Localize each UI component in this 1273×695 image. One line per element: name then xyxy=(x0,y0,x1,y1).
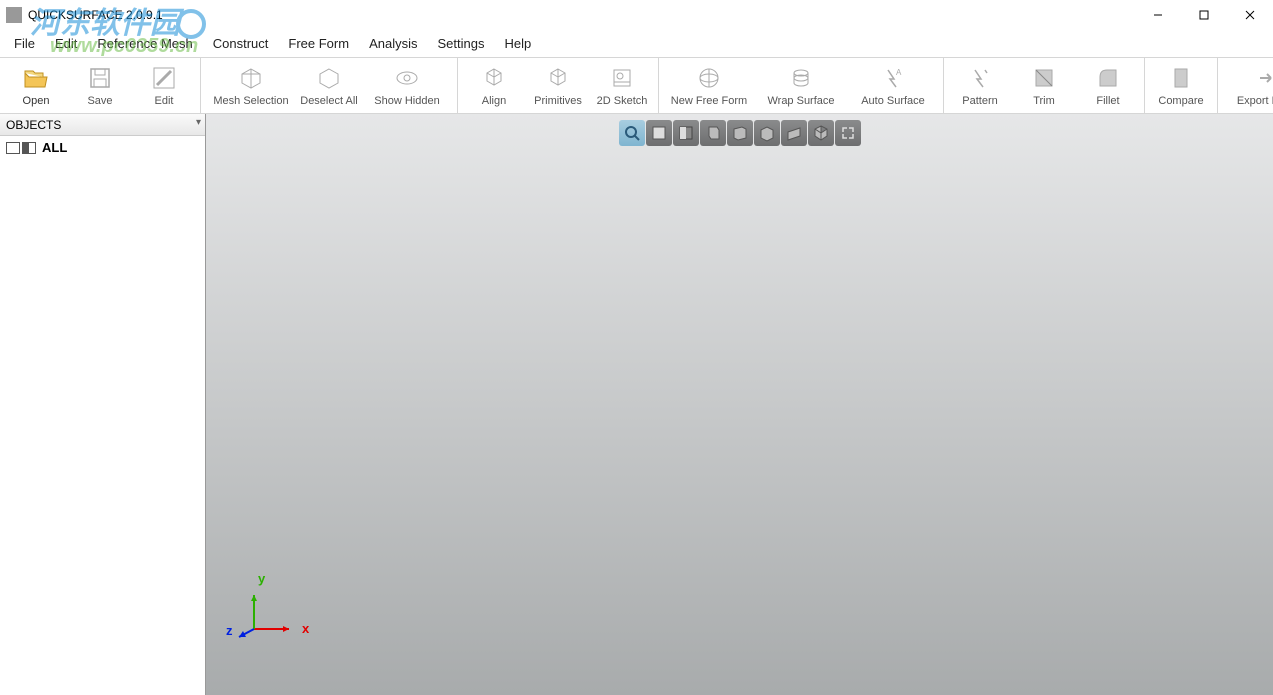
view-back-button[interactable] xyxy=(673,120,699,146)
align-icon xyxy=(481,65,507,91)
open-button[interactable]: Open xyxy=(4,58,68,113)
minimize-button[interactable] xyxy=(1135,0,1181,30)
maximize-button[interactable] xyxy=(1181,0,1227,30)
export-model-button[interactable]: Export Mode xyxy=(1222,58,1273,113)
deselect-all-icon xyxy=(316,65,342,91)
primitives-icon xyxy=(545,65,571,91)
window-title: QUICKSURFACE 2.0.9.1 xyxy=(28,8,163,22)
menu-help[interactable]: Help xyxy=(494,30,541,57)
auto-surface-icon: A xyxy=(880,65,906,91)
object-tree[interactable]: ALL xyxy=(0,136,205,695)
view-fullscreen-button[interactable] xyxy=(835,120,861,146)
tree-item-icons xyxy=(6,142,36,154)
sidebar-header: OBJECTS▾ xyxy=(0,114,205,136)
compare-button[interactable]: Compare xyxy=(1149,58,1213,113)
auto-surface-button[interactable]: AAuto Surface xyxy=(847,58,939,113)
fillet-button[interactable]: Fillet xyxy=(1076,58,1140,113)
viewport[interactable]: x y z xyxy=(206,114,1273,695)
compare-icon xyxy=(1168,65,1194,91)
menu-free-form[interactable]: Free Form xyxy=(278,30,359,57)
mesh-selection-icon xyxy=(238,65,264,91)
fillet-icon xyxy=(1095,65,1121,91)
view-iso-button[interactable] xyxy=(808,120,834,146)
export-icon xyxy=(1255,65,1273,91)
toolbar: Open Save Edit Mesh Selection Deselect A… xyxy=(0,58,1273,114)
menu-reference-mesh[interactable]: Reference Mesh xyxy=(87,30,202,57)
show-hidden-icon xyxy=(394,65,420,91)
svg-text:A: A xyxy=(896,68,902,77)
new-free-form-button[interactable]: New Free Form xyxy=(663,58,755,113)
app-icon xyxy=(6,7,22,23)
view-right-button[interactable] xyxy=(727,120,753,146)
view-toolbar xyxy=(619,120,861,146)
menu-construct[interactable]: Construct xyxy=(203,30,279,57)
axis-gizmo: x y z xyxy=(254,587,314,647)
edit-button[interactable]: Edit xyxy=(132,58,196,113)
show-hidden-button[interactable]: Show Hidden xyxy=(361,58,453,113)
open-icon xyxy=(23,65,49,91)
deselect-all-button[interactable]: Deselect All xyxy=(297,58,361,113)
titlebar: QUICKSURFACE 2.0.9.1 xyxy=(0,0,1273,30)
pattern-button[interactable]: Pattern xyxy=(948,58,1012,113)
mesh-selection-button[interactable]: Mesh Selection xyxy=(205,58,297,113)
menu-settings[interactable]: Settings xyxy=(427,30,494,57)
wrap-surface-icon xyxy=(788,65,814,91)
save-icon xyxy=(87,65,113,91)
view-left-button[interactable] xyxy=(700,120,726,146)
tree-item-label: ALL xyxy=(42,140,67,155)
view-bottom-button[interactable] xyxy=(781,120,807,146)
menubar: File Edit Reference Mesh Construct Free … xyxy=(0,30,1273,58)
wrap-surface-button[interactable]: Wrap Surface xyxy=(755,58,847,113)
align-button[interactable]: Align xyxy=(462,58,526,113)
edit-icon xyxy=(151,65,177,91)
axis-y-label: y xyxy=(258,571,265,586)
menu-edit[interactable]: Edit xyxy=(45,30,87,57)
save-button[interactable]: Save xyxy=(68,58,132,113)
menu-file[interactable]: File xyxy=(4,30,45,57)
2d-sketch-button[interactable]: 2D Sketch xyxy=(590,58,654,113)
primitives-button[interactable]: Primitives xyxy=(526,58,590,113)
pin-icon[interactable]: ▾ xyxy=(196,117,201,128)
pattern-icon xyxy=(967,65,993,91)
sidebar: OBJECTS▾ ALL xyxy=(0,114,206,695)
new-free-form-icon xyxy=(696,65,722,91)
axis-x-label: x xyxy=(302,621,309,636)
menu-analysis[interactable]: Analysis xyxy=(359,30,427,57)
2d-sketch-icon xyxy=(609,65,635,91)
close-button[interactable] xyxy=(1227,0,1273,30)
trim-icon xyxy=(1031,65,1057,91)
trim-button[interactable]: Trim xyxy=(1012,58,1076,113)
view-top-button[interactable] xyxy=(754,120,780,146)
tree-root-item[interactable]: ALL xyxy=(6,140,199,155)
axis-z-label: z xyxy=(226,623,233,638)
view-front-button[interactable] xyxy=(646,120,672,146)
view-zoom-fit-button[interactable] xyxy=(619,120,645,146)
